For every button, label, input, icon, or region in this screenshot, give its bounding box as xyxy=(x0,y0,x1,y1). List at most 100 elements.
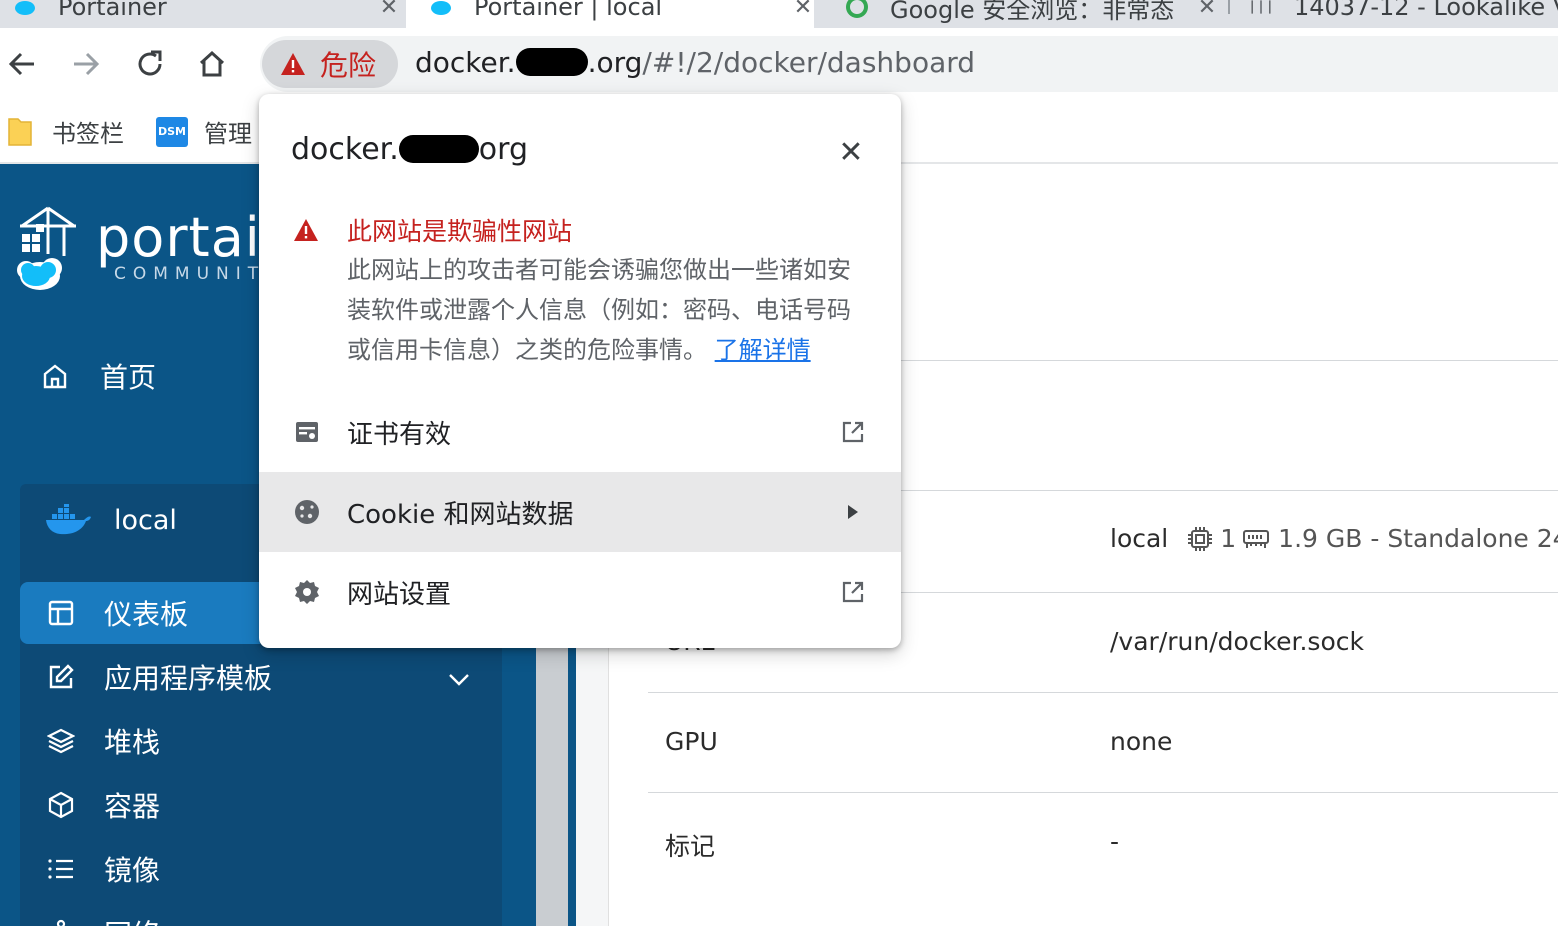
memory-amount: 1.9 GB - Standalone 24. xyxy=(1278,524,1558,553)
info-value: - xyxy=(1110,827,1120,856)
cube-icon xyxy=(46,790,76,820)
tab-strip: Portainer ✕ Portainer | local ✕ Google 安… xyxy=(0,0,1558,28)
divider xyxy=(900,360,1558,361)
security-chip[interactable]: 危险 xyxy=(262,40,398,88)
tab-portainer-local[interactable]: Portainer | local ✕ xyxy=(406,0,814,28)
portainer-logo-icon xyxy=(14,204,86,304)
popup-item-label: Cookie 和网站数据 xyxy=(347,499,574,530)
sidebar-item-networks[interactable]: 网络 xyxy=(20,902,502,926)
home-icon xyxy=(199,50,225,77)
environment-summary: local 1 1.9 GB - Standalone 24. xyxy=(1110,524,1558,553)
dashboard-icon xyxy=(46,598,76,628)
redaction-mark xyxy=(398,135,479,163)
gear-icon xyxy=(293,578,321,606)
cpu-count: 1 xyxy=(1220,524,1237,553)
brand-subtitle: COMMUNIT xyxy=(114,264,266,284)
memory-icon xyxy=(1243,529,1270,548)
close-tab-icon[interactable]: ✕ xyxy=(792,0,814,20)
chart-favicon-icon xyxy=(1250,0,1272,16)
url-host-start: docker. xyxy=(415,46,516,79)
sidebar-item-images[interactable]: 镜像 xyxy=(20,838,502,900)
close-icon[interactable]: ✕ xyxy=(831,132,871,172)
security-chip-label: 危险 xyxy=(320,49,377,82)
info-key: GPU xyxy=(665,727,718,756)
warning-triangle-icon xyxy=(293,218,319,246)
reload-button[interactable] xyxy=(128,42,172,86)
sidebar-item-containers[interactable]: 容器 xyxy=(20,774,502,836)
sidebar-item-label: 首页 xyxy=(100,361,157,394)
brand-name: portair xyxy=(96,206,284,269)
tab-title: Portainer | local xyxy=(474,0,663,21)
arrow-right-icon[interactable] xyxy=(839,498,867,526)
tab-title: Portainer xyxy=(58,0,167,21)
bookmark-folder[interactable]: 书签栏 xyxy=(8,114,124,149)
popup-host-start: docker. xyxy=(291,132,399,167)
sidebar-item-label: 应用程序模板 xyxy=(104,662,273,695)
info-key: 标记 xyxy=(665,832,716,861)
info-row-tags: 标记 - xyxy=(648,792,1558,892)
list-icon xyxy=(46,854,76,884)
docker-whale-icon xyxy=(46,504,91,535)
url-text[interactable]: docker. .org/#!/2/docker/dashboard xyxy=(415,46,975,79)
network-icon xyxy=(46,918,76,926)
popup-host-end: org xyxy=(478,132,528,167)
environment-header[interactable]: local xyxy=(44,504,177,536)
info-row-gpu: GPU none xyxy=(648,692,1558,792)
back-button[interactable] xyxy=(0,42,44,86)
popup-item-label: 证书有效 xyxy=(347,419,452,450)
google-favicon-icon xyxy=(846,0,868,18)
bookmark-label: 书签栏 xyxy=(52,120,124,148)
forward-button[interactable] xyxy=(64,42,108,86)
tab-google-safe-browsing[interactable]: Google 安全浏览：非常态 ✕ xyxy=(846,0,1218,28)
warning-body: 此网站上的攻击者可能会诱骗您做出一些诸如安装软件或泄露个人信息（例如：密码、电话… xyxy=(347,250,867,370)
external-link-icon[interactable] xyxy=(839,578,867,606)
url-host-end: .org xyxy=(587,46,643,79)
browser-toolbar: 危险 docker. .org/#!/2/docker/dashboard xyxy=(0,28,1558,100)
bookmark-dsm[interactable]: DSM 管理 xyxy=(156,114,252,149)
cpu-icon xyxy=(1188,526,1213,551)
sidebar-scrollbar[interactable] xyxy=(536,644,568,926)
sidebar-item-stacks[interactable]: 堆栈 xyxy=(20,710,502,772)
environment-summary-name: local xyxy=(1110,524,1169,553)
back-arrow-icon xyxy=(8,52,34,76)
tab-lookalike[interactable]: 14037-12 - Lookalike V xyxy=(1250,0,1558,28)
layers-icon xyxy=(46,726,76,756)
url-path: /#!/2/docker/dashboard xyxy=(642,46,976,79)
reload-icon xyxy=(138,50,162,76)
popup-item-label: 网站设置 xyxy=(347,579,452,610)
cookie-icon xyxy=(293,498,321,526)
sidebar-item-home[interactable]: 首页 xyxy=(40,356,156,396)
info-value: /var/run/docker.sock xyxy=(1110,627,1364,656)
dsm-icon: DSM xyxy=(156,116,188,147)
close-tab-icon[interactable]: ✕ xyxy=(378,0,400,20)
home-button[interactable] xyxy=(190,42,234,86)
sidebar-item-label: 仪表板 xyxy=(104,598,189,631)
environment-name: local xyxy=(114,504,177,536)
divider xyxy=(900,490,1558,491)
sidebar-item-label: 镜像 xyxy=(104,854,161,887)
popup-item-certificate[interactable]: 证书有效 xyxy=(259,392,901,472)
tab-separator xyxy=(1228,0,1230,14)
sidebar-item-label: 网络 xyxy=(104,913,160,926)
popup-item-site-settings[interactable]: 网站设置 xyxy=(259,552,901,632)
warning-triangle-icon xyxy=(281,53,305,75)
info-value: none xyxy=(1110,727,1173,756)
warning-title: 此网站是欺骗性网站 xyxy=(347,217,573,246)
chevron-down-icon[interactable] xyxy=(448,661,470,694)
close-tab-icon[interactable]: ✕ xyxy=(1196,0,1218,20)
dsm-badge-text: DSM xyxy=(158,125,186,138)
popup-item-cookies[interactable]: Cookie 和网站数据 xyxy=(259,472,901,552)
tab-title: Google 安全浏览：非常态 xyxy=(890,0,1175,24)
external-link-icon[interactable] xyxy=(839,418,867,446)
portainer-favicon-icon xyxy=(430,0,452,16)
bookmark-label: 管理 xyxy=(204,120,252,148)
sidebar-item-dashboard[interactable]: 仪表板 xyxy=(20,582,260,644)
folder-icon xyxy=(8,117,32,146)
tab-portainer[interactable]: Portainer ✕ xyxy=(14,0,400,28)
sidebar-item-app-templates[interactable]: 应用程序模板 xyxy=(20,646,502,708)
popup-host: docker. org xyxy=(291,132,528,167)
redaction-mark xyxy=(515,48,588,76)
certificate-icon xyxy=(293,418,321,446)
learn-more-link[interactable]: 了解详情 xyxy=(715,336,811,364)
sidebar-item-label: 容器 xyxy=(104,790,161,823)
